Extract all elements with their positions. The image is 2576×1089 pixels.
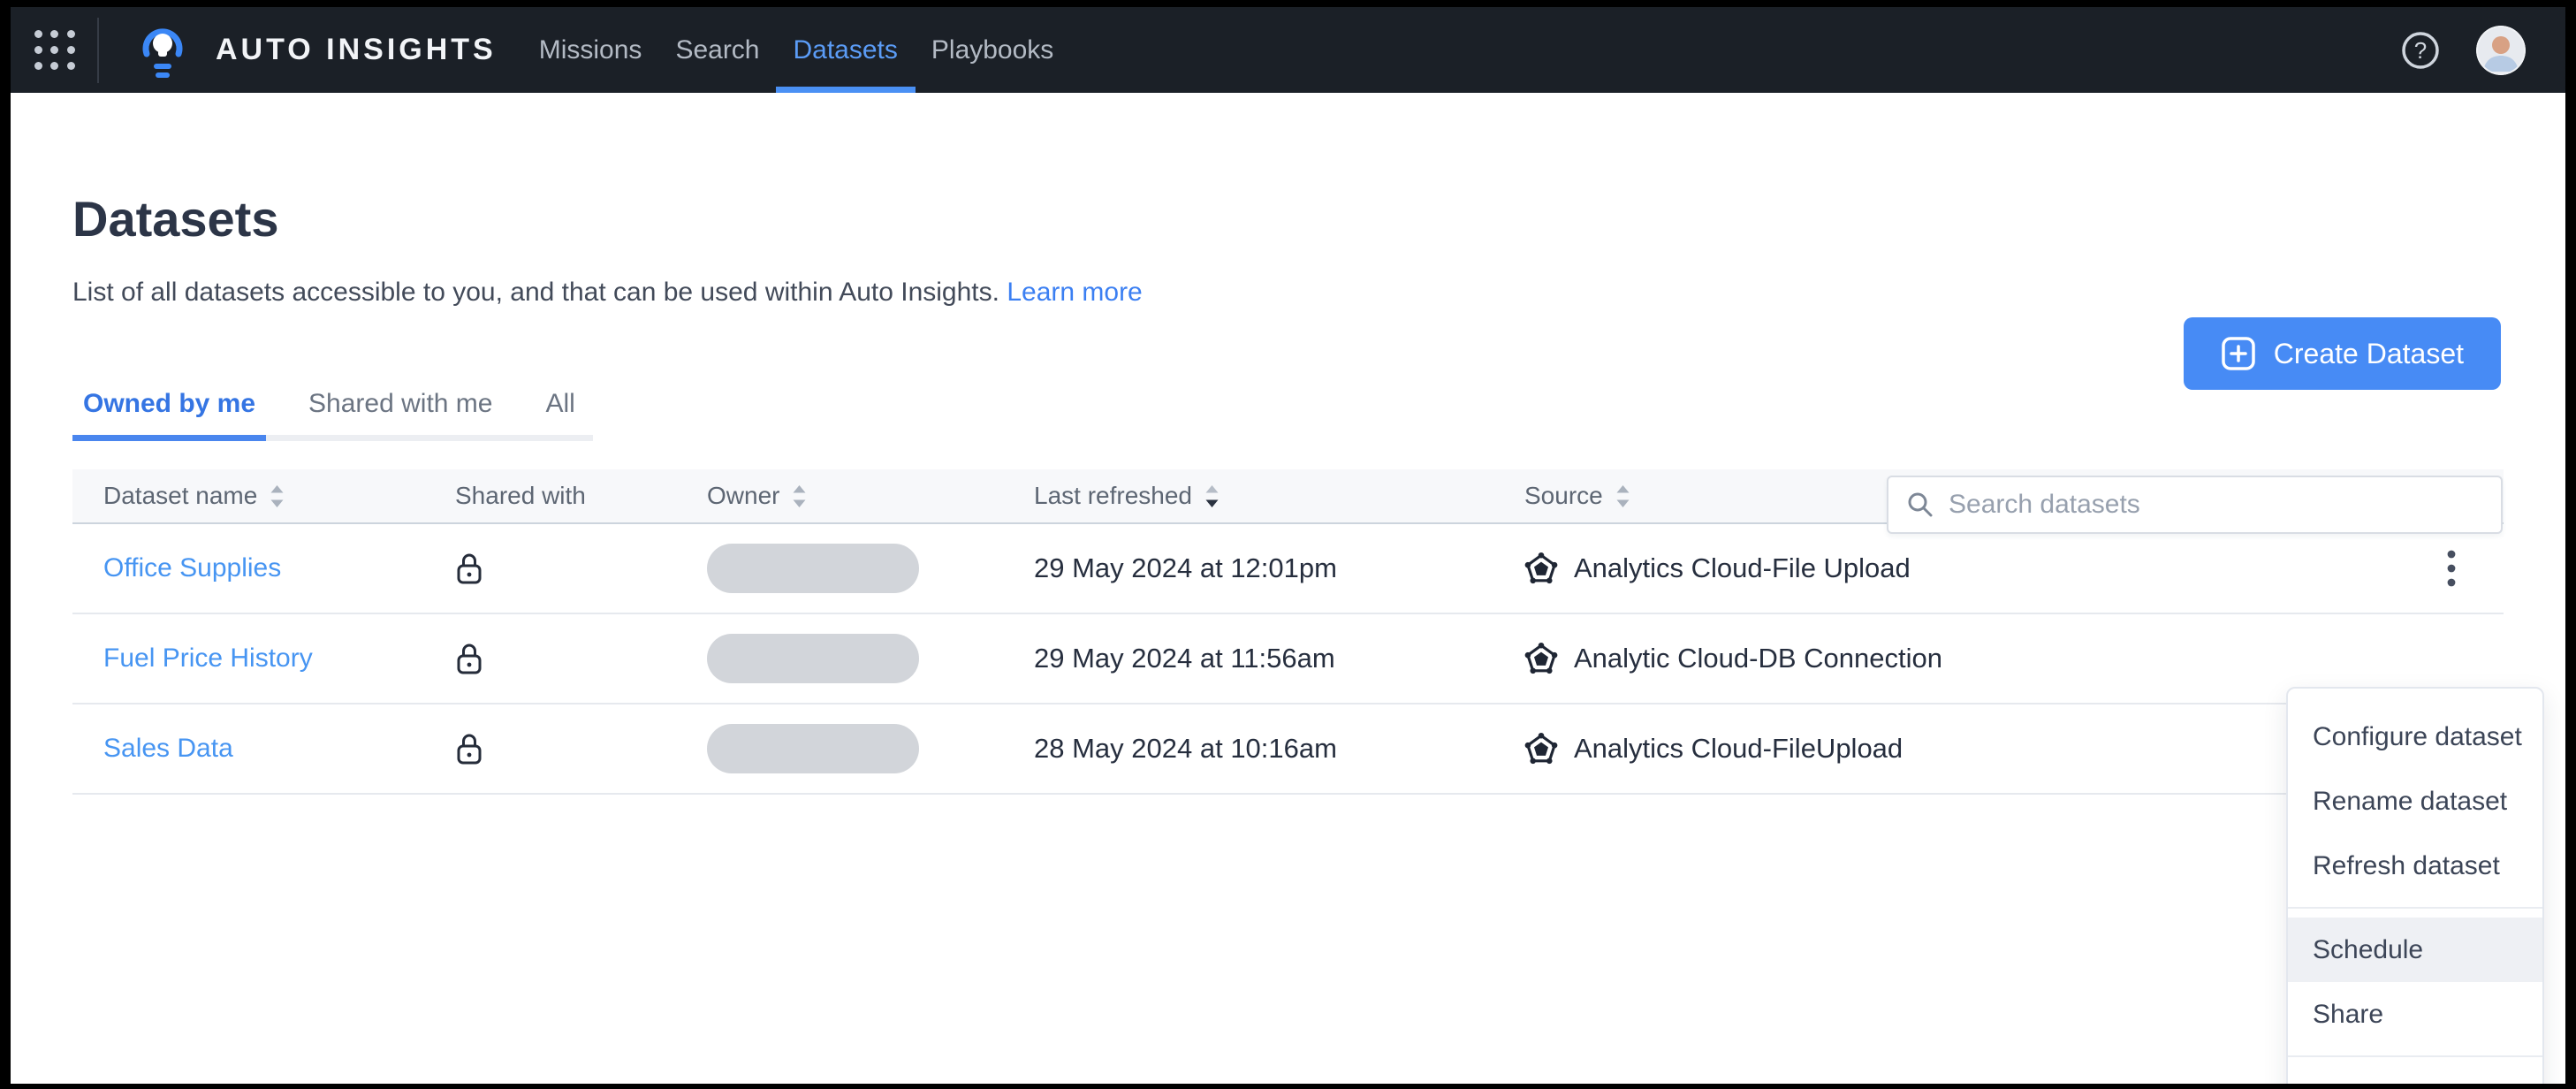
sort-icon xyxy=(270,484,285,508)
menu-item-configure-dataset[interactable]: Configure dataset xyxy=(2288,704,2542,769)
tab-all[interactable]: All xyxy=(543,389,576,435)
learn-more-link[interactable]: Learn more xyxy=(1007,278,1142,307)
shared-with-cell xyxy=(424,731,676,766)
owner-redacted-pill xyxy=(707,724,919,773)
create-dataset-button[interactable]: Create Dataset xyxy=(2183,317,2501,390)
help-icon[interactable]: ? xyxy=(2400,30,2441,71)
dataset-tabs: Owned by me Shared with me All xyxy=(72,389,593,441)
brand-title: AUTO INSIGHTS xyxy=(216,33,497,66)
plus-square-icon xyxy=(2221,336,2256,371)
menu-item-refresh-dataset[interactable]: Refresh dataset xyxy=(2288,834,2542,898)
tab-owned-by-me[interactable]: Owned by me xyxy=(72,389,267,441)
page-title: Datasets xyxy=(72,191,279,247)
analytics-cloud-icon xyxy=(1524,732,1558,765)
table-row: Office Supplies 29 May 2024 at 12:01pm A… xyxy=(72,524,2504,614)
source-label: Analytic Cloud-DB Connection xyxy=(1574,643,1942,674)
nav-item-playbooks[interactable]: Playbooks xyxy=(930,7,1055,93)
last-refreshed-cell: 28 May 2024 at 10:16am xyxy=(1034,733,1337,764)
analytics-cloud-icon xyxy=(1524,642,1558,675)
column-header-shared-with: Shared with xyxy=(455,482,586,509)
search-icon xyxy=(1906,491,1934,519)
shared-with-cell xyxy=(424,641,676,676)
sort-icon xyxy=(792,484,807,508)
lock-icon xyxy=(455,731,483,766)
nav-item-missions[interactable]: Missions xyxy=(537,7,644,93)
source-cell: Analytics Cloud-FileUpload xyxy=(1493,732,2415,765)
column-header-owner[interactable]: Owner xyxy=(676,482,1003,510)
nav-item-datasets[interactable]: Datasets xyxy=(775,7,916,93)
last-refreshed-cell: 29 May 2024 at 12:01pm xyxy=(1034,552,1337,583)
source-cell: Analytic Cloud-DB Connection xyxy=(1493,642,2415,675)
app-grid-icon[interactable] xyxy=(34,29,75,71)
row-actions-menu: Configure dataset Rename dataset Refresh… xyxy=(2286,687,2544,1084)
owner-redacted-pill xyxy=(707,634,919,683)
shared-with-cell xyxy=(424,551,676,586)
app-window: AUTO INSIGHTS Missions Search Datasets P… xyxy=(0,0,2576,1089)
page-subtitle-text: List of all datasets accessible to you, … xyxy=(72,278,999,307)
svg-text:?: ? xyxy=(2414,37,2427,64)
sort-icon xyxy=(1615,484,1630,508)
search-datasets-input[interactable] xyxy=(1949,490,2483,520)
column-header-last-refreshed[interactable]: Last refreshed xyxy=(1003,482,1493,510)
analytics-cloud-icon xyxy=(1524,552,1558,585)
page-content: Datasets List of all datasets accessible… xyxy=(11,93,2565,1084)
main-nav: Missions Search Datasets Playbooks xyxy=(537,7,1056,93)
top-navbar: AUTO INSIGHTS Missions Search Datasets P… xyxy=(11,7,2565,93)
page-subtitle: List of all datasets accessible to you, … xyxy=(72,278,2504,308)
table-row: Sales Data 28 May 2024 at 10:16am Analyt… xyxy=(72,704,2504,795)
lightbulb-logo-icon xyxy=(134,19,191,82)
source-label: Analytics Cloud-FileUpload xyxy=(1574,733,1904,764)
menu-item-share[interactable]: Share xyxy=(2288,982,2542,1047)
user-avatar[interactable] xyxy=(2476,25,2526,75)
source-cell: Analytics Cloud-File Upload xyxy=(1493,552,2415,585)
lock-icon xyxy=(455,551,483,586)
nav-item-search[interactable]: Search xyxy=(673,7,761,93)
create-dataset-label: Create Dataset xyxy=(2273,337,2464,369)
dataset-name-link[interactable]: Fuel Price History xyxy=(103,644,313,674)
table-row: Fuel Price History 29 May 2024 at 11:56a… xyxy=(72,614,2504,704)
lock-icon xyxy=(455,641,483,676)
search-datasets-box xyxy=(1887,476,2503,534)
menu-item-delete-dataset[interactable]: Delete dataset xyxy=(2288,1066,2542,1085)
dataset-name-link[interactable]: Office Supplies xyxy=(103,553,281,583)
owner-redacted-pill xyxy=(707,544,919,593)
menu-item-rename-dataset[interactable]: Rename dataset xyxy=(2288,769,2542,834)
tab-shared-with-me[interactable]: Shared with me xyxy=(307,389,494,435)
last-refreshed-cell: 29 May 2024 at 11:56am xyxy=(1034,643,1335,674)
menu-item-schedule[interactable]: Schedule xyxy=(2288,918,2542,982)
navbar-divider xyxy=(97,17,99,83)
source-label: Analytics Cloud-File Upload xyxy=(1574,552,1911,583)
dataset-name-link[interactable]: Sales Data xyxy=(103,734,233,764)
sort-desc-icon xyxy=(1204,484,1220,508)
column-header-dataset-name[interactable]: Dataset name xyxy=(72,482,424,510)
row-actions-kebab-icon[interactable] xyxy=(2428,544,2475,592)
